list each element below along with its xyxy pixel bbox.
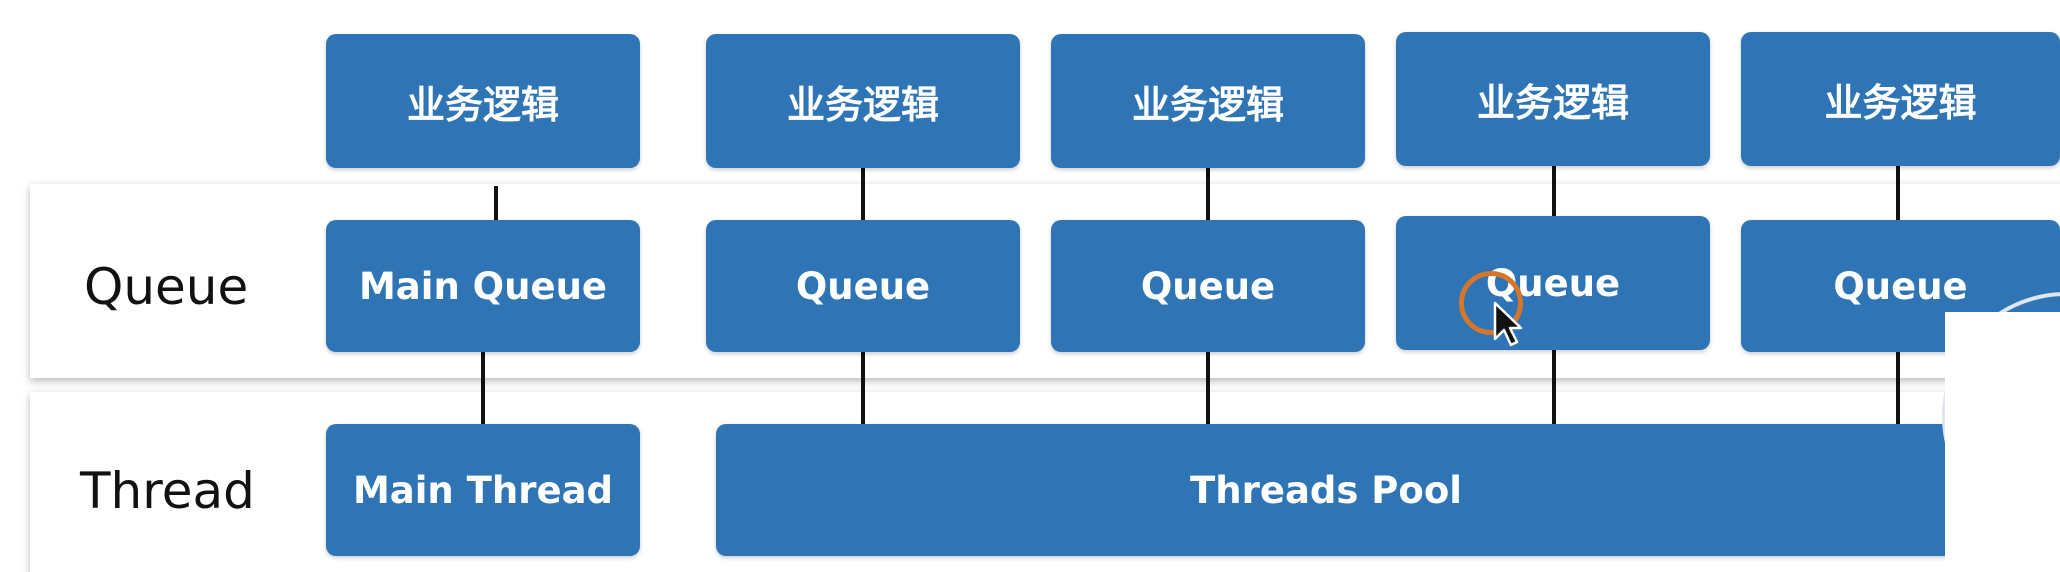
connector-biz-to-queue-2	[1206, 168, 1210, 220]
connector-biz-to-queue-4	[1896, 166, 1900, 220]
business-logic-box-3: 业务逻辑	[1051, 34, 1365, 168]
connector-main-queue-to-main-thread	[481, 350, 485, 426]
connector-biz-to-queue-1	[861, 168, 865, 220]
thread-row-label: Thread	[80, 462, 255, 520]
business-logic-box-5: 业务逻辑	[1741, 32, 2060, 166]
queue-box-2: Queue	[1051, 220, 1365, 352]
main-thread-box: Main Thread	[326, 424, 640, 556]
connector-queue-3-to-pool	[1552, 348, 1556, 426]
business-logic-box-4: 业务逻辑	[1396, 32, 1710, 166]
queue-box-3: Queue	[1396, 216, 1710, 350]
main-queue-box: Main Queue	[326, 220, 640, 352]
business-logic-box-1: 业务逻辑	[326, 34, 640, 168]
diagram-canvas: Queue Thread 业务逻辑 业务逻辑 业务逻辑 业务逻辑 业务逻辑 Ma…	[0, 0, 2060, 572]
connector-queue-2-to-pool	[1206, 350, 1210, 426]
connector-queue-1-to-pool	[861, 350, 865, 426]
threads-pool-box: Threads Pool	[716, 424, 2060, 556]
connector-queue-4-to-pool	[1896, 350, 1900, 426]
queue-row-label: Queue	[84, 258, 249, 316]
mouse-pointer-icon	[1493, 301, 1523, 347]
business-logic-box-2: 业务逻辑	[706, 34, 1020, 168]
overlay-panel	[1945, 312, 2060, 572]
connector-biz-to-queue-3	[1552, 166, 1556, 218]
queue-box-1: Queue	[706, 220, 1020, 352]
